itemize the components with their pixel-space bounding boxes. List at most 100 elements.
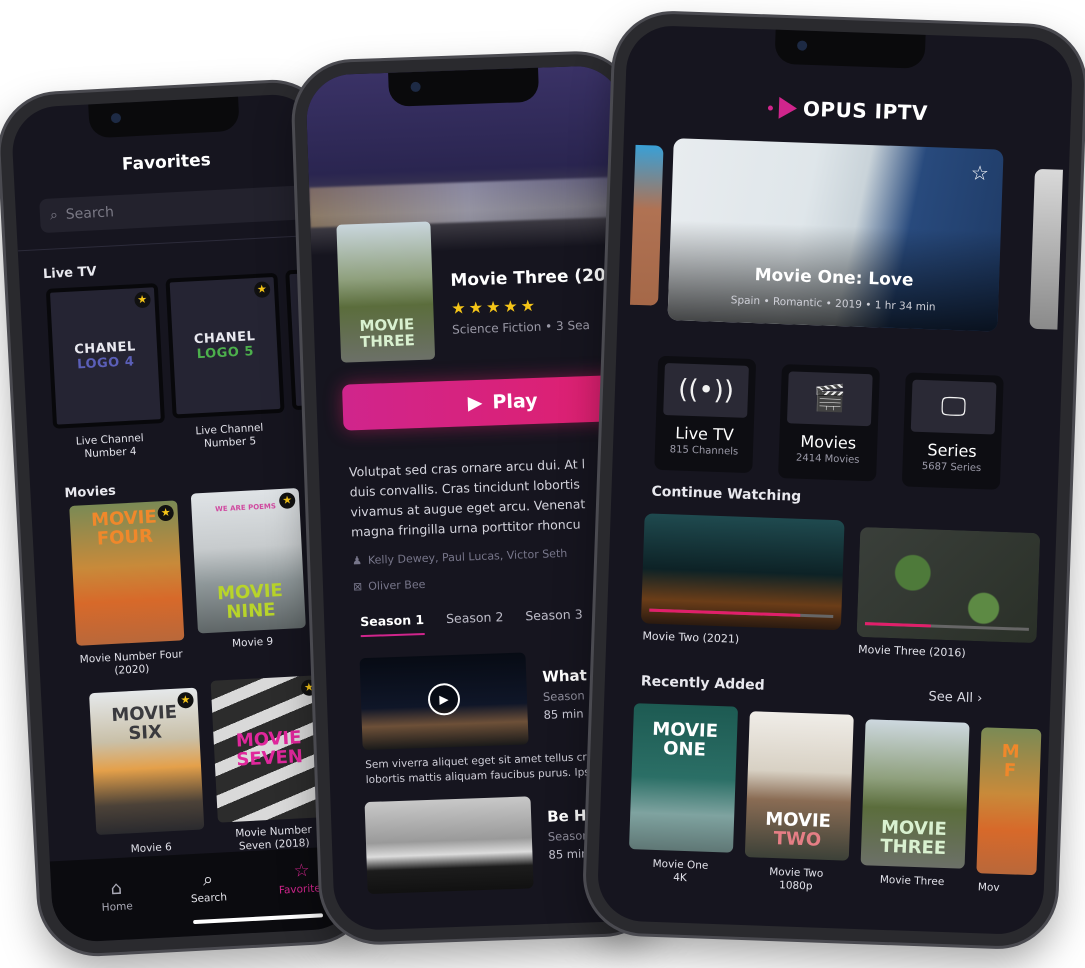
favorite-star-icon[interactable]: ★ [157,504,175,522]
recent-poster[interactable]: MOVIE THREE [860,719,970,869]
search-input[interactable]: ⌕ Search [39,183,341,234]
poster-title-line2: THREE [359,331,416,352]
home-phone: OPUS IPTV ☆ Movie One: Love Spain • Roma… [584,12,1085,948]
director-row: ⊠ Oliver Bee [353,578,426,594]
see-all-label: See All [928,689,974,706]
tab-bar: ⌂ Home ⌕ Search ☆ Favorites [49,845,360,944]
continue-watching-heading: Continue Watching [651,483,802,505]
recent-poster[interactable]: MOVIE ONE [628,703,739,853]
category-live-tv[interactable]: ((•)) Live TV 815 Channels [654,355,757,474]
recent-caption: Mov [977,881,1000,894]
movie-caption: Movie Number Four (2020) [79,648,183,677]
notch [774,29,926,69]
rating-stars: ★★★★★ [451,295,539,318]
tv-icon: 🖵 [910,379,997,435]
category-label: Live TV [674,423,735,445]
poster-title-line2: SEVEN [235,746,304,771]
home-indicator [193,913,324,925]
carousel-next-card[interactable] [1029,168,1063,330]
favorite-star-icon[interactable]: ☆ [970,161,989,186]
category-count: 815 Channels [669,444,739,458]
movie-poster[interactable]: ★ MOVIE SIX [89,687,205,836]
recent-caption-line2: 1080p [778,879,813,893]
episode-duration: 85 min [543,706,584,722]
home-icon: ⌂ [110,877,123,900]
director-name: Oliver Bee [368,577,426,593]
home-screen: OPUS IPTV ☆ Movie One: Love Spain • Roma… [596,24,1074,936]
movie-title: Movie Three (20 [450,265,607,291]
search-placeholder: Search [65,204,115,223]
recent-caption: Movie Two 1080p [744,865,849,895]
continue-card[interactable] [640,513,845,631]
poster-title-line2: SIX [127,721,163,745]
poster-sign: WE ARE POEMS [214,502,277,514]
play-circle-icon[interactable]: ▶ [427,682,461,716]
channel-logo-line2: LOGO 5 [196,344,255,363]
channel-logo-line2: LOGO 4 [76,354,135,373]
poster-title-line2: ONE [662,738,707,761]
movie-poster[interactable]: ★ MOVIE FOUR [69,500,185,646]
recent-caption-line2: 4K [673,871,688,885]
episode-thumbnail[interactable] [364,796,534,895]
continue-card[interactable] [856,526,1041,644]
tab-label: Search [190,891,228,906]
carousel-prev-card[interactable] [629,144,664,306]
notch [88,96,240,139]
movie-poster[interactable]: ★ MOVIE SEVEN [210,675,328,823]
search-icon: ⌕ [49,207,59,224]
favorite-star-icon[interactable]: ★ [177,691,194,709]
page-title: Favorites [121,150,212,175]
poster-title-line2: F [1003,760,1017,782]
logo-play-icon [778,96,798,120]
recent-poster[interactable]: MOVIE TWO [744,711,854,861]
continue-caption: Movie Three (2016) [857,642,966,660]
poster-title-line2: NINE [225,599,277,623]
category-label: Series [927,440,978,461]
recently-added-heading: Recently Added [640,673,765,694]
tab-season-3[interactable]: Season 3 [525,606,583,631]
play-icon: ▶ [467,391,483,415]
see-all-link[interactable]: See All › [928,689,982,706]
recent-poster-partial[interactable]: M F [976,727,1042,876]
featured-banner[interactable]: ☆ Movie One: Love Spain • Romantic • 201… [667,138,1004,332]
progress-bar [864,622,1029,631]
poster-title-line2: THREE [879,835,947,860]
camera [110,112,122,124]
channel-card[interactable]: ★ CHANEL LOGO 5 [165,272,285,419]
channel-card[interactable]: ★ CHANEL LOGO 4 [45,283,165,429]
recent-caption-line1: Movie Three [879,873,945,889]
category-count: 2414 Movies [795,452,860,466]
movies-heading: Movies [64,483,117,502]
progress-fill [649,608,801,617]
episode-description: Sem viverra aliquet eget sit amet tellus… [365,750,594,788]
logo-dot [767,104,774,111]
tab-label: Favorites [278,882,327,897]
detail-poster: MOVIE THREE [336,221,436,363]
continue-caption: Movie Two (2021) [642,629,740,646]
category-series[interactable]: 🖵 Series 5687 Series [901,372,1004,490]
chevron-right-icon: › [976,691,983,707]
category-label: Movies [800,431,857,453]
tab-season-1[interactable]: Season 1 [359,611,425,638]
category-count: 5687 Series [921,461,982,475]
tab-home[interactable]: ⌂ Home [81,876,153,915]
director-chair-icon: ⊠ [352,580,363,594]
movie-meta: Science Fiction • 3 Sea [451,317,591,337]
favorite-star-icon[interactable]: ★ [134,291,151,309]
favorite-star-icon[interactable]: ★ [253,281,271,299]
play-label: Play [492,389,538,414]
recent-caption: Movie One 4K [628,857,733,887]
episode-season: Season 1 [542,688,596,704]
movie-poster[interactable]: ★ WE ARE POEMS MOVIE NINE [190,488,306,634]
tab-search[interactable]: ⌕ Search [172,867,244,906]
poster-title-line2: TWO [773,828,822,851]
tab-season-2[interactable]: Season 2 [446,609,504,634]
cast-names: Kelly Dewey, Paul Lucas, Victor Seth [367,546,568,567]
brand-logo: OPUS IPTV [625,90,1072,130]
season-tabs: Season 1 Season 2 Season 3 [359,606,583,638]
notch [388,67,540,107]
search-icon: ⌕ [202,869,214,891]
episode-thumbnail[interactable]: ▶ [359,652,529,751]
category-movies[interactable]: 🎬 Movies 2414 Movies [778,364,880,482]
cast-row: ♟ Kelly Dewey, Paul Lucas, Victor Seth [352,547,568,568]
